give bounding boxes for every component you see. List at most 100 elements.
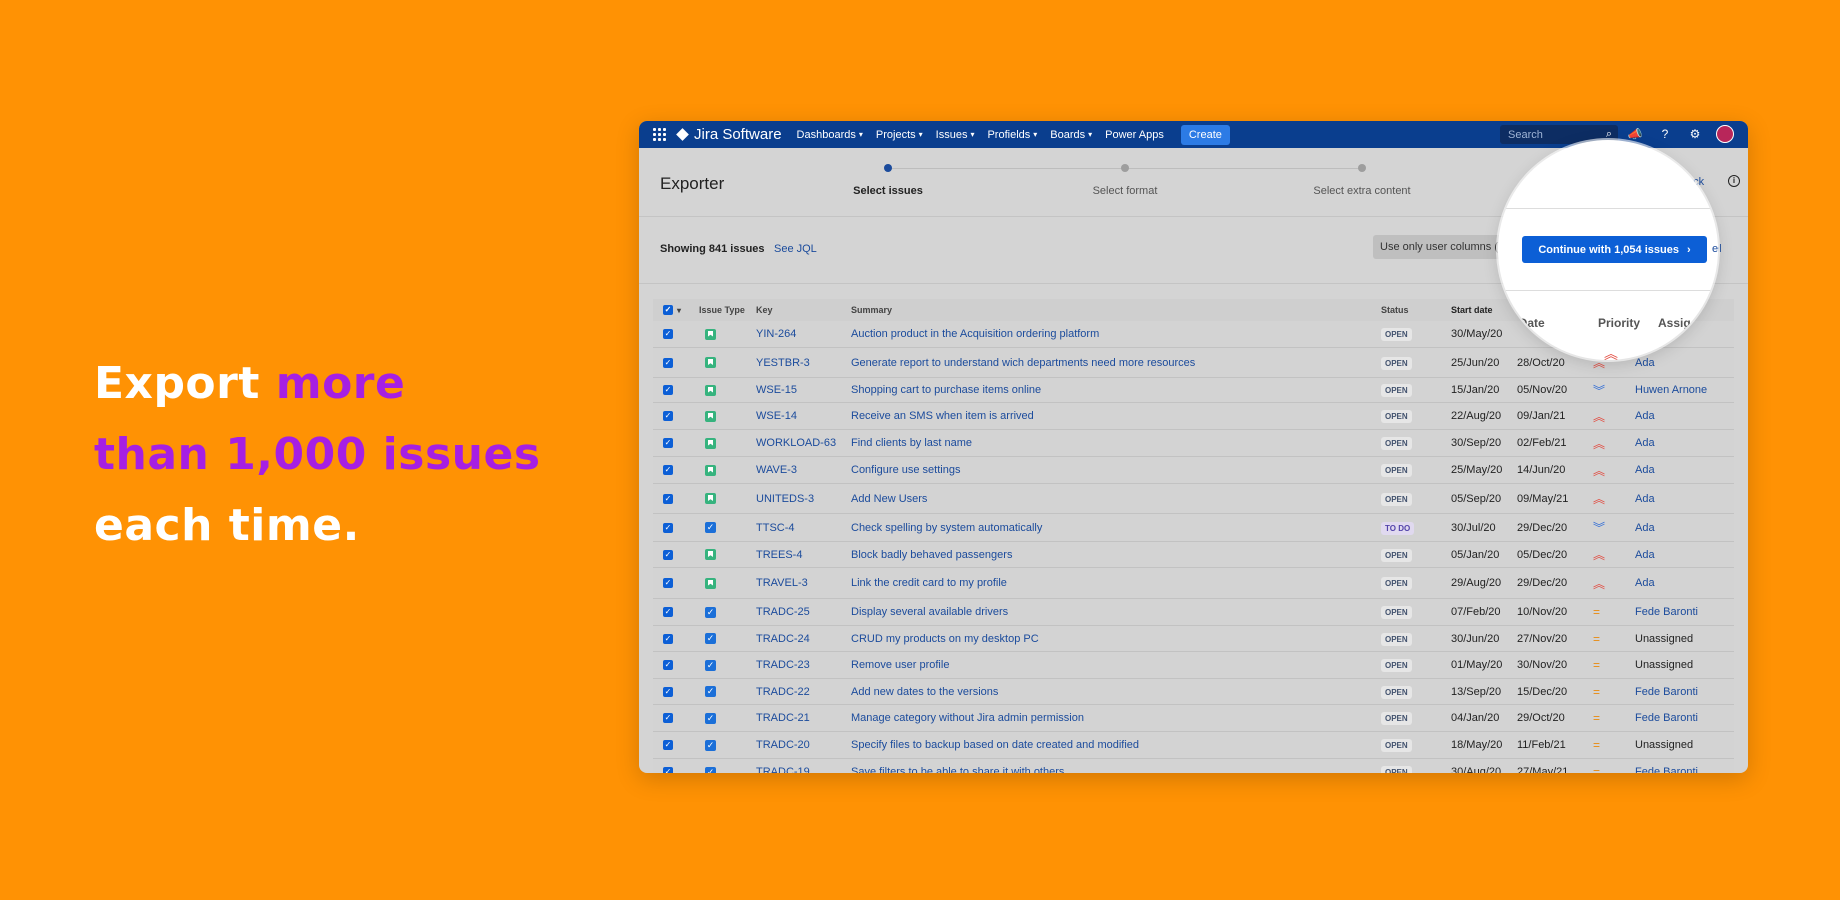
table-row[interactable]: ✓ WSE-15 Shopping cart to purchase items o…	[653, 378, 1734, 403]
issue-key[interactable]: TTSC-4	[756, 522, 851, 534]
issue-summary[interactable]: Configure use settings	[851, 464, 1381, 476]
issue-summary[interactable]: Add new dates to the versions	[851, 686, 1381, 698]
issue-key[interactable]: WSE-15	[756, 384, 851, 396]
checkbox-checked-icon[interactable]: ✓	[663, 578, 673, 588]
table-row[interactable]: ✓ ✓ TRADC-20 Specify files to backup based …	[653, 732, 1734, 759]
assignee[interactable]: Fede Baronti	[1635, 712, 1725, 724]
checkbox-checked-icon[interactable]: ✓	[663, 305, 673, 315]
issue-key[interactable]: TRAVEL-3	[756, 577, 851, 589]
select-all[interactable]: ✓ ▾	[653, 305, 691, 315]
checkbox-checked-icon[interactable]: ✓	[663, 660, 673, 670]
checkbox-checked-icon[interactable]: ✓	[663, 329, 673, 339]
notifications-icon[interactable]: 📣	[1626, 125, 1644, 143]
assignee[interactable]: Ada	[1635, 493, 1725, 505]
issue-summary[interactable]: Receive an SMS when item is arrived	[851, 410, 1381, 422]
step-select-issues[interactable]: Select issues	[853, 185, 923, 197]
issue-key[interactable]: WORKLOAD-63	[756, 437, 851, 449]
app-switcher-icon[interactable]	[653, 127, 667, 142]
checkbox-checked-icon[interactable]: ✓	[663, 522, 673, 533]
nav-profields[interactable]: Profields ▾	[987, 129, 1037, 141]
checkbox-checked-icon[interactable]: ✓	[663, 767, 673, 773]
issue-key[interactable]: TRADC-20	[756, 739, 851, 751]
assignee[interactable]: Ada	[1635, 437, 1725, 449]
checkbox-checked-icon[interactable]: ✓	[663, 465, 673, 475]
issue-key[interactable]: TRADC-22	[756, 686, 851, 698]
checkbox-checked-icon[interactable]: ✓	[663, 713, 673, 723]
checkbox-checked-icon[interactable]: ✓	[663, 549, 673, 560]
table-row[interactable]: ✓ WAVE-3 Configure use settings OPEN 25/May/…	[653, 457, 1734, 484]
issue-key[interactable]: TRADC-24	[756, 633, 851, 645]
table-row[interactable]: ✓ WSE-14 Receive an SMS when item is arriv…	[653, 403, 1734, 430]
row-select[interactable]: ✓	[653, 633, 691, 644]
nav-issues[interactable]: Issues ▾	[936, 129, 975, 141]
row-select[interactable]: ✓	[653, 465, 691, 475]
issue-summary[interactable]: Specify files to backup based on date cr…	[851, 739, 1381, 751]
assignee[interactable]: Fede Baronti	[1635, 686, 1725, 698]
help-icon[interactable]: ?	[1656, 125, 1674, 143]
nav-projects[interactable]: Projects ▾	[876, 129, 923, 141]
columns-select[interactable]: Use only user columns (8▾	[1373, 235, 1509, 259]
row-select[interactable]: ✓	[653, 686, 691, 697]
issue-key[interactable]: TRADC-21	[756, 712, 851, 724]
issue-summary[interactable]: Save filters to be able to share it with…	[851, 766, 1381, 773]
assignee[interactable]: Ada	[1635, 522, 1725, 534]
row-select[interactable]: ✓	[653, 578, 691, 588]
row-select[interactable]: ✓	[653, 713, 691, 723]
nav-boards[interactable]: Boards ▾	[1050, 129, 1092, 141]
info-icon[interactable]: i	[1728, 175, 1740, 187]
avatar[interactable]	[1716, 125, 1734, 143]
cancel-link-zoomed[interactable]: el	[1712, 243, 1718, 255]
issue-key[interactable]: TREES-4	[756, 549, 851, 561]
assignee[interactable]: Ada	[1635, 357, 1725, 369]
row-select[interactable]: ✓	[653, 357, 691, 368]
issue-key[interactable]: WAVE-3	[756, 464, 851, 476]
gear-icon[interactable]: ⚙	[1686, 125, 1704, 143]
checkbox-checked-icon[interactable]: ✓	[663, 740, 673, 750]
issue-key[interactable]: YESTBR-3	[756, 357, 851, 369]
jira-logo[interactable]: Jira Software	[676, 126, 782, 143]
row-select[interactable]: ✓	[653, 438, 691, 448]
assignee[interactable]: Ada	[1635, 549, 1725, 561]
step-select-extra-content[interactable]: Select extra content	[1313, 185, 1410, 197]
issue-summary[interactable]: Block badly behaved passengers	[851, 549, 1381, 561]
assignee[interactable]: Unassigned	[1635, 633, 1725, 645]
checkbox-checked-icon[interactable]: ✓	[663, 385, 673, 395]
nav-power-apps[interactable]: Power Apps	[1105, 129, 1164, 141]
checkbox-checked-icon[interactable]: ✓	[663, 493, 673, 504]
row-select[interactable]: ✓	[653, 329, 691, 339]
step-select-format[interactable]: Select format	[1093, 185, 1158, 197]
checkbox-checked-icon[interactable]: ✓	[663, 357, 673, 368]
issue-summary[interactable]: Check spelling by system automatically	[851, 522, 1381, 534]
row-select[interactable]: ✓	[653, 767, 691, 773]
assignee[interactable]: Unassigned	[1635, 739, 1725, 751]
table-row[interactable]: ✓ TREES-4 Block badly behaved passengers OP…	[653, 542, 1734, 568]
issue-key[interactable]: UNITEDS-3	[756, 493, 851, 505]
table-row[interactable]: ✓ ✓ TRADC-24 CRUD my products on my desktop…	[653, 626, 1734, 652]
issue-summary[interactable]: Link the credit card to my profile	[851, 577, 1381, 589]
row-select[interactable]: ✓	[653, 411, 691, 421]
assignee[interactable]: Fede Baronti	[1635, 766, 1725, 773]
table-row[interactable]: ✓ ✓ TRADC-25 Display several available driv…	[653, 599, 1734, 626]
checkbox-checked-icon[interactable]: ✓	[663, 438, 673, 448]
issue-summary[interactable]: CRUD my products on my desktop PC	[851, 633, 1381, 645]
checkbox-checked-icon[interactable]: ✓	[663, 686, 673, 697]
table-row[interactable]: ✓ ✓ TTSC-4 Check spelling by system automat…	[653, 514, 1734, 542]
row-select[interactable]: ✓	[653, 660, 691, 670]
issue-summary[interactable]: Shopping cart to purchase items online	[851, 384, 1381, 396]
issue-summary[interactable]: Add New Users	[851, 493, 1381, 505]
table-row[interactable]: ✓ ✓ TRADC-21 Manage category without Jira a…	[653, 705, 1734, 732]
table-row[interactable]: ✓ WORKLOAD-63 Find clients by last name OPE…	[653, 430, 1734, 457]
row-select[interactable]: ✓	[653, 740, 691, 750]
table-row[interactable]: ✓ ✓ TRADC-23 Remove user profile OPEN 01/May/…	[653, 652, 1734, 679]
create-button[interactable]: Create	[1180, 124, 1230, 145]
checkbox-checked-icon[interactable]: ✓	[663, 633, 673, 644]
assignee[interactable]: Huwen Arnone	[1635, 384, 1725, 396]
issue-key[interactable]: TRADC-25	[756, 606, 851, 618]
row-select[interactable]: ✓	[653, 493, 691, 504]
checkbox-checked-icon[interactable]: ✓	[663, 411, 673, 421]
issue-summary[interactable]: Auction product in the Acquisition order…	[851, 328, 1381, 340]
row-select[interactable]: ✓	[653, 522, 691, 533]
issue-summary[interactable]: Display several available drivers	[851, 606, 1381, 618]
row-select[interactable]: ✓	[653, 549, 691, 560]
issue-summary[interactable]: Remove user profile	[851, 659, 1381, 671]
